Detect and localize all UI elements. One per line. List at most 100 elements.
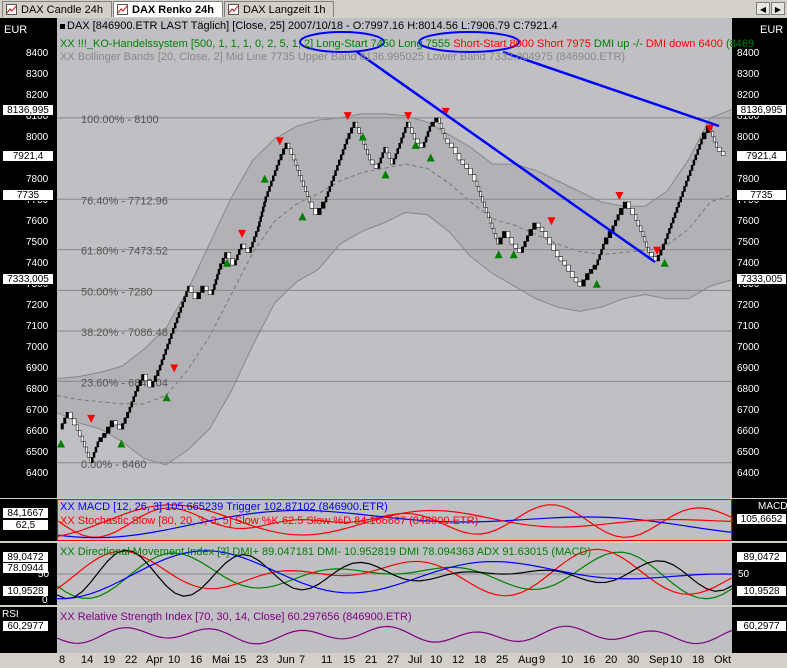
scroll-left-button[interactable]: ◀ [756, 2, 770, 15]
renko-brick [487, 212, 490, 219]
renko-brick [379, 157, 383, 164]
renko-brick [696, 149, 699, 155]
x-tick-label: Okt [714, 654, 732, 666]
dmi-right-value-3: 10,9528 [736, 585, 787, 597]
x-tick-label: 14 [81, 654, 94, 666]
renko-brick [113, 420, 118, 426]
tab-dax-candle[interactable]: DAX Candle 24h [2, 1, 112, 17]
renko-brick [151, 381, 155, 388]
y-tick-left: 7600 [26, 216, 49, 228]
renko-brick [330, 180, 333, 187]
renko-brick [170, 333, 173, 339]
renko-brick [543, 231, 548, 239]
x-tick-label: 22 [125, 654, 138, 666]
dmi-right-value-1: 89,0472 [736, 551, 787, 563]
renko-brick [626, 201, 631, 209]
renko-brick [251, 241, 254, 248]
renko-brick [179, 306, 183, 313]
renko-brick [96, 441, 100, 448]
renko-brick [263, 201, 266, 208]
dmi-left-tick-50: 50 [38, 569, 50, 580]
renko-brick [85, 446, 88, 453]
renko-brick [400, 137, 403, 144]
renko-brick [270, 180, 273, 187]
unit-label-right: EUR [760, 24, 784, 36]
renko-brick [479, 191, 483, 198]
renko-brick [128, 406, 132, 413]
renko-brick [216, 274, 219, 280]
renko-brick [214, 279, 218, 285]
y-value-box-right: 7735 [736, 188, 787, 201]
chart-tab-icon [117, 4, 128, 15]
renko-brick [168, 338, 171, 345]
macd-panel[interactable]: XX MACD [12, 26, 3] 105.665239 Trigger 1… [0, 499, 787, 541]
y-tick-left: 6800 [26, 384, 49, 396]
stochastic-header: XX Stochastic Slow [80, 20, 3, 3, 5] Slo… [60, 515, 479, 527]
renko-brick [326, 191, 330, 198]
renko-brick [264, 196, 267, 203]
renko-brick [143, 374, 149, 382]
renko-brick [604, 237, 609, 245]
annotation-arrow-short [502, 50, 720, 128]
tab-dax-langzeit[interactable]: DAX Langzeit 1h [224, 1, 334, 17]
renko-brick [147, 380, 152, 388]
fib-level-label: 100.00% - 8100 [81, 114, 159, 126]
renko-brick [355, 121, 359, 128]
renko-brick [94, 446, 98, 453]
scroll-right-button[interactable]: ▶ [771, 2, 785, 15]
x-tick-label: 8 [59, 654, 66, 666]
tab-dax-renko[interactable]: DAX Renko 24h [113, 1, 223, 17]
y-tick-right: 6700 [737, 405, 760, 417]
tab-label: DAX Renko 24h [132, 4, 214, 16]
renko-brick [266, 191, 269, 198]
dmi-panel[interactable]: XX Directional Movement Index [3] DMI+ 8… [0, 543, 787, 606]
x-tick-label: 9 [539, 654, 546, 666]
renko-brick [517, 248, 522, 253]
y-tick-left: 8400 [26, 47, 49, 59]
renko-brick [324, 196, 328, 203]
y-tick-left: 6700 [26, 405, 49, 417]
x-tick-label: Mai [212, 654, 230, 666]
renko-brick [284, 142, 288, 149]
x-tick-label: Aug [518, 654, 538, 666]
y-tick-right: 6400 [737, 468, 760, 480]
y-value-box-left: 7333,005 [2, 273, 54, 286]
x-tick-label: Jul [408, 654, 423, 666]
renko-brick [130, 401, 134, 408]
renko-brick [207, 290, 213, 295]
chart-tab-icon [6, 4, 17, 15]
renko-brick [136, 385, 140, 392]
rsi-panel[interactable]: RSI XX Relative Strength Index [70, 30, … [0, 607, 787, 653]
long-start-label: Long-Start 7450 [316, 38, 396, 50]
renko-brick [570, 271, 575, 278]
chart-tab-icon [228, 4, 239, 15]
renko-brick [488, 217, 492, 224]
y-tick-right: 7500 [737, 237, 760, 249]
y-tick-left: 8000 [26, 131, 49, 143]
renko-brick [196, 292, 201, 299]
renko-brick [185, 291, 188, 297]
renko-brick [279, 154, 283, 161]
renko-brick [304, 185, 307, 192]
renko-brick [685, 180, 688, 187]
renko-brick [588, 269, 594, 274]
y-tick-left: 8300 [26, 68, 49, 80]
x-tick-label: 10 [168, 654, 181, 666]
renko-brick [245, 248, 250, 253]
renko-brick [253, 236, 256, 243]
rsi-header: XX Relative Strength Index [70, 30, 14, … [60, 611, 412, 623]
renko-brick [138, 379, 142, 386]
x-tick-label: 30 [627, 654, 640, 666]
renko-brick [219, 263, 223, 270]
renko-brick [385, 147, 389, 154]
renko-brick [481, 196, 484, 203]
renko-brick [90, 457, 94, 464]
renko-brick [102, 433, 107, 438]
price-header-text: DAX [846900.ETR LAST Täglich] [Close, 25… [67, 20, 558, 32]
renko-brick [577, 281, 582, 287]
main-price-chart[interactable]: 100.00% - 8100 76.40% - 7712.96 61.80% - 7… [0, 18, 787, 498]
tab-label: DAX Langzeit 1h [243, 4, 326, 16]
renko-brick [404, 127, 407, 133]
y-tick-right: 8000 [737, 131, 760, 143]
renko-brick [449, 142, 454, 148]
